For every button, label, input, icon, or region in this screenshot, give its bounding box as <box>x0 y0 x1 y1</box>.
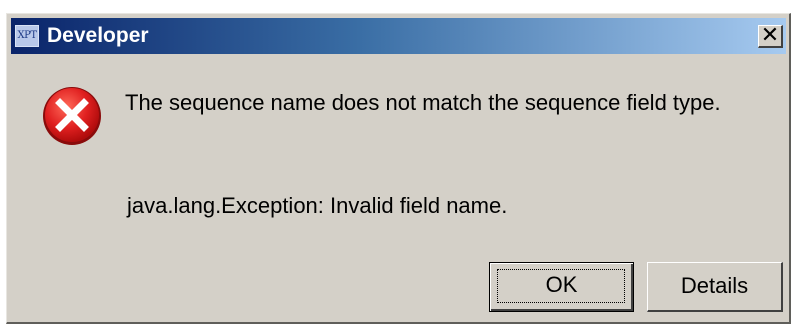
app-icon: XPT <box>15 25 39 47</box>
ok-button-label: OK <box>545 272 578 297</box>
close-icon: ✕ <box>760 23 780 48</box>
window-title: Developer <box>47 24 149 47</box>
details-button-label: Details <box>680 273 749 298</box>
error-icon <box>43 87 101 145</box>
title-bar[interactable]: XPT Developer ✕ <box>11 18 786 54</box>
error-message: The sequence name does not match the seq… <box>125 90 721 115</box>
exception-text: java.lang.Exception: Invalid field name. <box>127 193 508 218</box>
error-dialog-window: XPT Developer ✕ The sequence name does n… <box>6 13 791 324</box>
details-button[interactable]: Details <box>647 262 783 312</box>
ok-button[interactable]: OK <box>489 262 634 312</box>
close-button[interactable]: ✕ <box>758 25 783 48</box>
